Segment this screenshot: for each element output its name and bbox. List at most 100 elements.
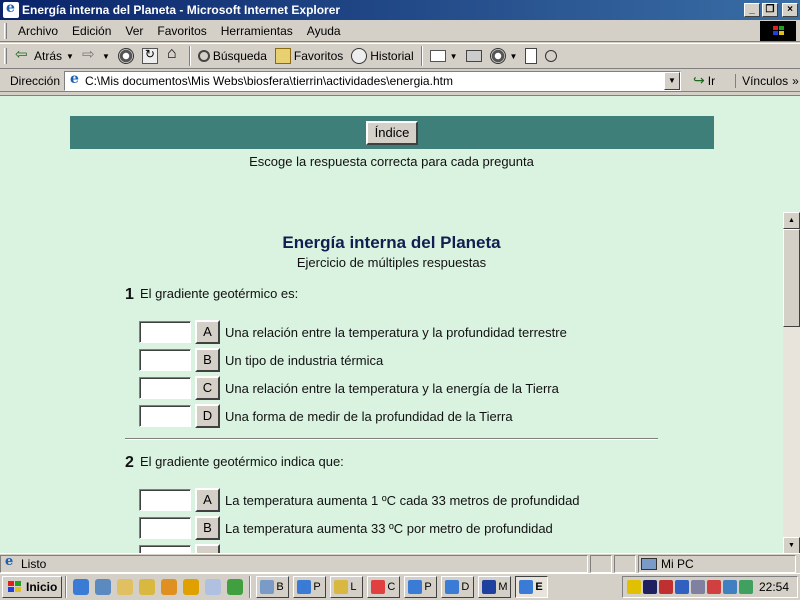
tray-app-icon[interactable] (675, 580, 689, 594)
option-button[interactable]: B (195, 516, 220, 540)
minimize-button[interactable]: _ (744, 3, 760, 17)
stop-button[interactable] (114, 45, 138, 67)
tray-app-icon[interactable] (659, 580, 673, 594)
taskbar-window-button[interactable]: D (441, 576, 475, 598)
answer-input[interactable] (139, 321, 191, 343)
index-button[interactable]: Índice (365, 120, 419, 145)
taskbar-window-button[interactable]: P (293, 576, 327, 598)
scroll-up-icon[interactable]: ▲ (783, 212, 800, 229)
home-button[interactable] (162, 45, 186, 67)
zone-label: Mi PC (661, 556, 694, 571)
explorer-icon[interactable] (139, 579, 156, 595)
taskbar-divider (249, 576, 252, 598)
back-button[interactable]: Atrás ▼ (11, 45, 78, 67)
tray-app-icon[interactable] (643, 580, 657, 594)
refresh-button[interactable] (138, 45, 162, 67)
maximize-button[interactable]: ❐ (762, 3, 778, 17)
tray-app-icon[interactable] (707, 580, 721, 594)
app-icon[interactable] (161, 579, 178, 595)
standard-toolbar: Atrás ▼ ▼ Búsqueda Favoritos Historial ▼… (0, 43, 800, 69)
option-text: Una relación entre la temperatura y la p… (225, 324, 567, 340)
menu-herramientas[interactable]: Herramientas (214, 24, 300, 38)
taskbar-window-button[interactable]: C (367, 576, 401, 598)
show-desktop-icon[interactable] (95, 579, 112, 595)
volume-icon[interactable] (627, 580, 641, 594)
search-button[interactable]: Búsqueda (194, 45, 271, 67)
window-title: Energía interna del Planeta - Microsoft … (22, 3, 341, 17)
back-dropdown-icon[interactable]: ▼ (66, 52, 74, 61)
links-toolbar[interactable]: Vínculos » (735, 73, 799, 88)
menu-ayuda[interactable]: Ayuda (300, 24, 348, 38)
page-icon (67, 71, 83, 89)
menu-grip[interactable] (4, 22, 7, 39)
option-button[interactable]: B (195, 348, 220, 372)
messenger-button[interactable] (541, 45, 561, 67)
option-button[interactable]: A (195, 488, 220, 512)
answer-input[interactable] (139, 377, 191, 399)
print-button[interactable] (462, 45, 486, 67)
address-input[interactable] (85, 73, 646, 88)
outlook-icon[interactable] (117, 579, 134, 595)
start-label: Inicio (26, 580, 58, 594)
scroll-down-icon[interactable]: ▼ (783, 537, 800, 553)
menu-archivo[interactable]: Archivo (11, 24, 65, 38)
taskbar-window-button[interactable]: M (478, 576, 512, 598)
edit-button[interactable] (521, 45, 541, 67)
task-label: L (350, 581, 357, 593)
menu-ver[interactable]: Ver (118, 24, 150, 38)
option-button[interactable]: A (195, 320, 220, 344)
toolbar-grip[interactable] (4, 48, 7, 64)
option-button[interactable] (195, 544, 220, 553)
taskbar-window-button[interactable]: B (256, 576, 290, 598)
text-size-icon (489, 48, 506, 64)
go-arrow-icon (693, 72, 705, 89)
task-label: D (461, 581, 470, 593)
go-button[interactable]: Ir (687, 72, 721, 89)
answer-input[interactable] (139, 489, 191, 511)
address-dropdown-icon[interactable]: ▼ (664, 71, 681, 90)
window-icon (297, 580, 312, 594)
option-button[interactable]: C (195, 376, 220, 400)
app-icon[interactable] (205, 579, 222, 595)
taskbar-divider (65, 576, 68, 598)
tray-app-icon[interactable] (691, 580, 705, 594)
start-button[interactable]: Inicio (2, 576, 63, 598)
forward-button[interactable]: ▼ (78, 45, 114, 67)
scroll-thumb[interactable] (783, 229, 800, 327)
status-main: Listo (0, 554, 588, 573)
vertical-scrollbar[interactable]: ▲ ▼ (783, 212, 800, 553)
page-viewport: Índice Escoge la respuesta correcta para… (0, 95, 800, 553)
favorites-button[interactable]: Favoritos (271, 45, 347, 67)
window-icon (371, 580, 386, 594)
clock[interactable]: 22:54 (759, 580, 789, 594)
history-button[interactable]: Historial (347, 45, 417, 67)
internet-explorer-icon[interactable] (73, 579, 90, 595)
taskbar-window-button[interactable]: L (330, 576, 364, 598)
media-player-icon[interactable] (183, 579, 200, 595)
answer-option (139, 544, 220, 553)
menu-favoritos[interactable]: Favoritos (150, 24, 213, 38)
forward-dropdown-icon[interactable]: ▼ (102, 52, 110, 61)
close-button[interactable]: × (782, 3, 798, 17)
task-label: P (313, 581, 321, 593)
chevron-right-icon[interactable]: » (792, 74, 799, 88)
option-text: Una relación entre la temperatura y la e… (225, 380, 559, 396)
tray-app-icon[interactable] (739, 580, 753, 594)
answer-input[interactable] (139, 545, 191, 553)
taskbar-window-button[interactable]: P (404, 576, 438, 598)
mail-dropdown-icon[interactable]: ▼ (450, 52, 458, 61)
menu-bar: Archivo Edición Ver Favoritos Herramient… (0, 20, 800, 42)
status-bar: Listo Mi PC (0, 553, 800, 573)
answer-input[interactable] (139, 349, 191, 371)
menu-edicion[interactable]: Edición (65, 24, 118, 38)
taskbar-window-button[interactable]: E (515, 576, 549, 598)
answer-input[interactable] (139, 405, 191, 427)
size-dropdown-icon[interactable]: ▼ (510, 52, 518, 61)
network-icon[interactable] (723, 580, 737, 594)
answer-input[interactable] (139, 517, 191, 539)
app-icon[interactable] (227, 579, 244, 595)
size-button[interactable]: ▼ (486, 45, 522, 67)
address-field[interactable]: ▼ (64, 70, 682, 91)
mail-button[interactable]: ▼ (426, 45, 462, 67)
option-button[interactable]: D (195, 404, 220, 428)
